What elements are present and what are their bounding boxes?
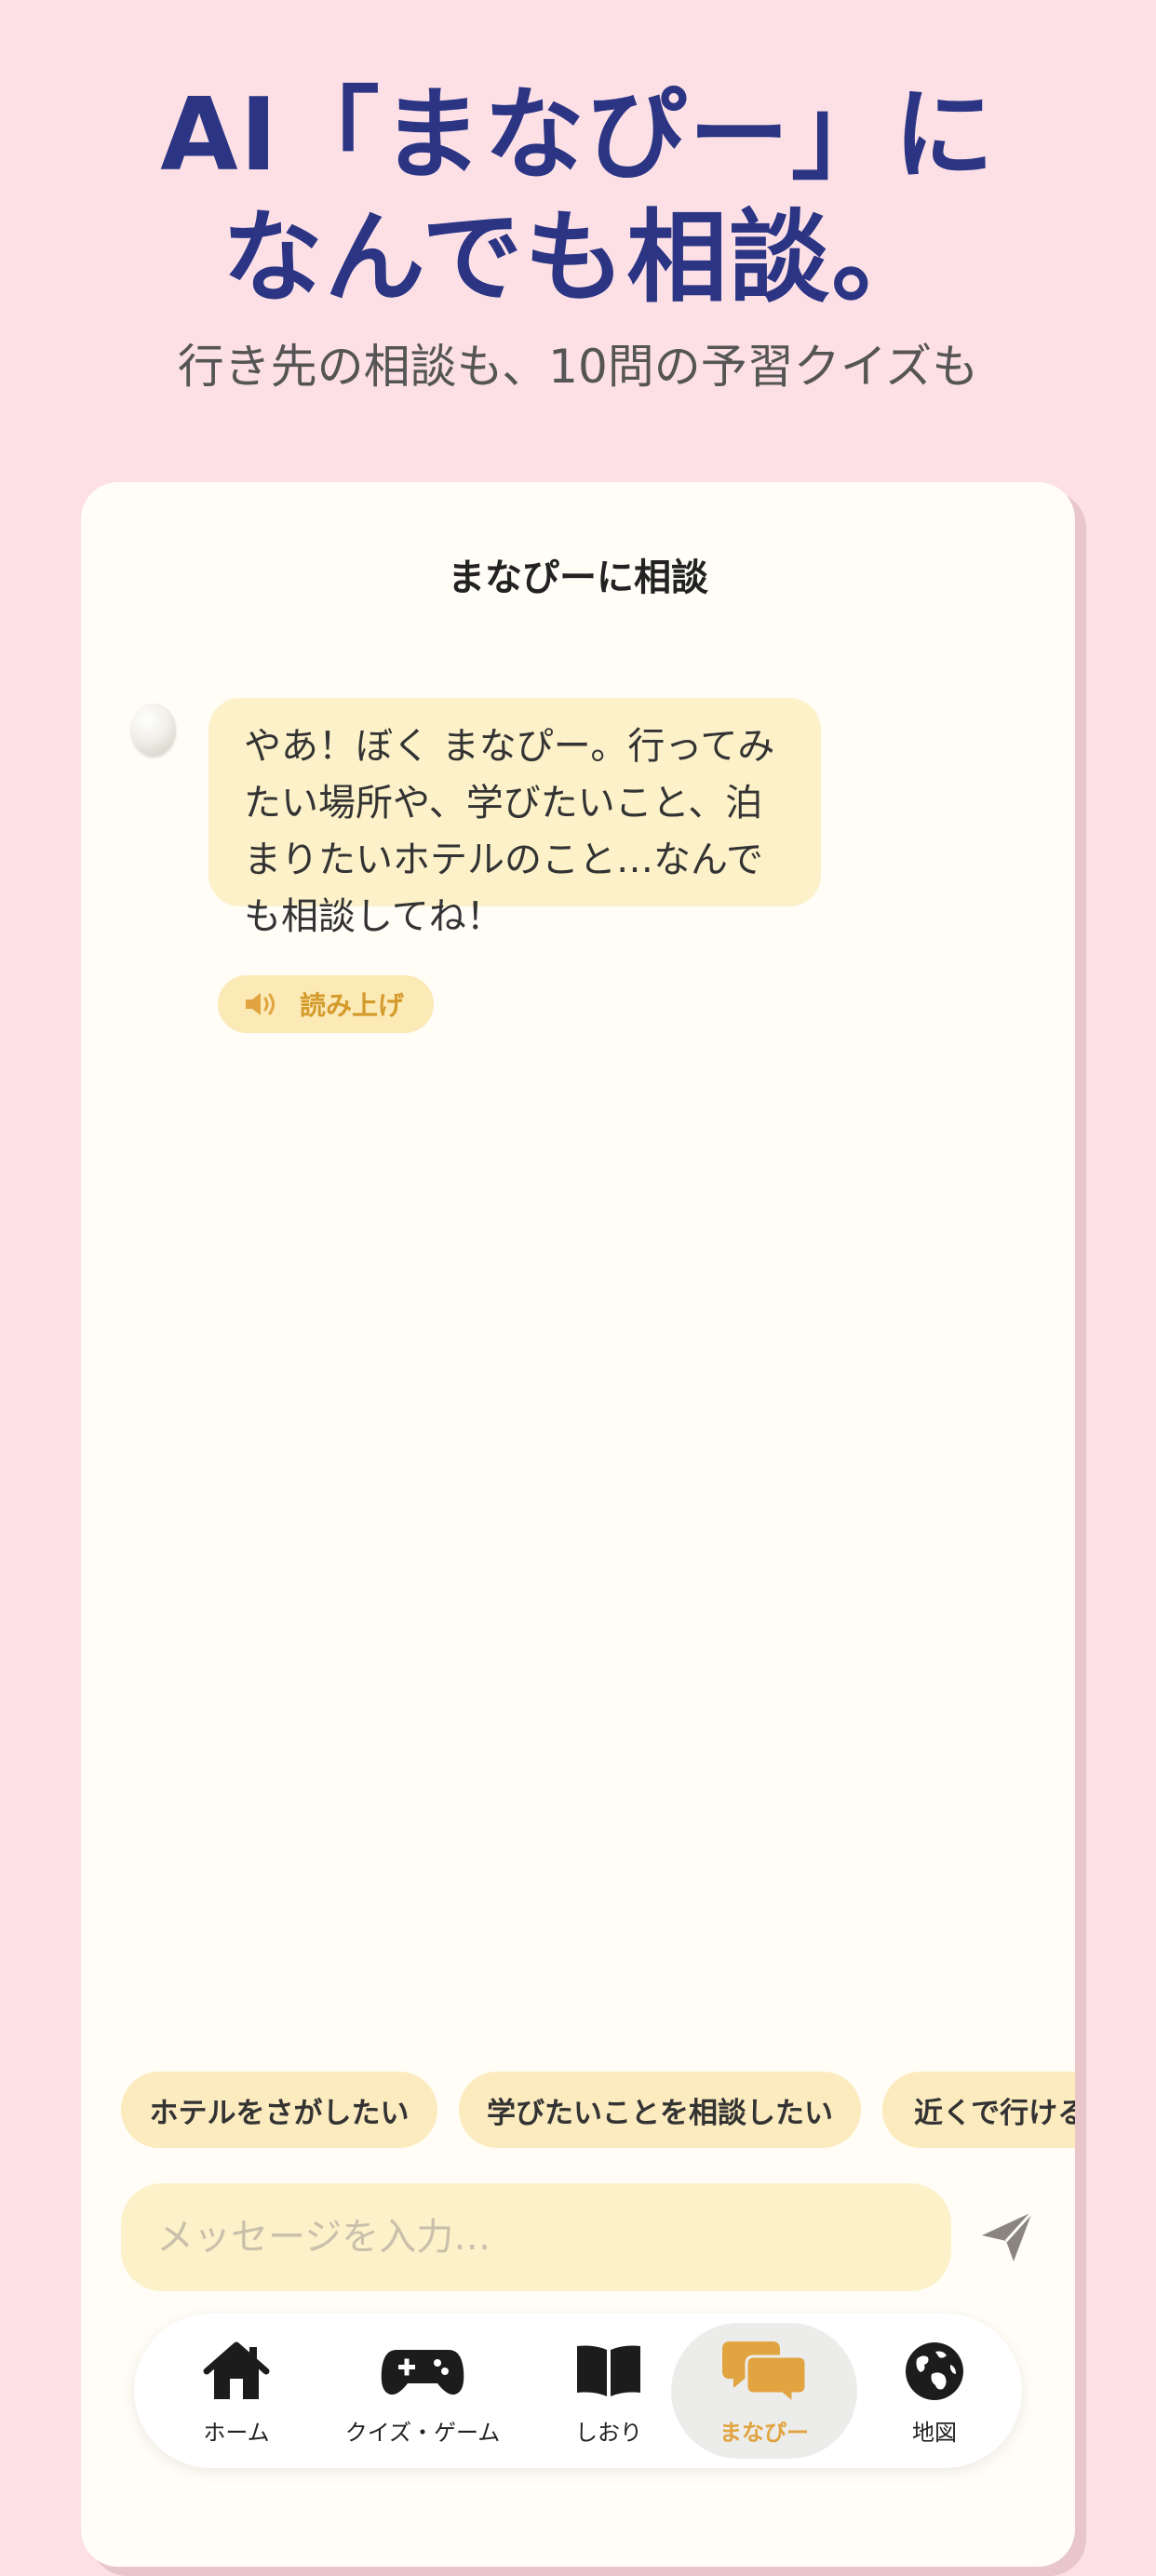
suggestion-chips: ホテルをさがしたい 学びたいことを相談したい 近くで行ける [121, 2072, 1075, 2148]
tab-manapi[interactable]: まなぴー [671, 2323, 857, 2459]
screen-title: まなぴーに相談 [448, 557, 708, 599]
assistant-message-bubble: やあ！ぼく まなぴー。行ってみたい場所や、学びたいこと、泊まりたいホテルのこと…… [208, 698, 821, 938]
home-icon [203, 2341, 270, 2399]
hero-title-line1: AI「まなぴー」に [160, 77, 996, 194]
speaker-icon [246, 993, 275, 1015]
hero-subtitle: 行き先の相談も、10問の予習クイズも [177, 340, 979, 394]
app-screen: まなぴーに相談 やあ！ぼく まなぴー。行ってみたい場所や、学びたいこと、泊まりた… [81, 482, 1075, 2567]
hero-title-line2: なんでも相談。 [222, 200, 934, 316]
send-button[interactable] [975, 2204, 1040, 2269]
manapi-avatar-egg-icon [131, 704, 176, 756]
globe-icon [906, 2342, 963, 2400]
read-aloud-button[interactable]: 読み上げ [218, 975, 434, 1033]
chat-bubbles-icon [722, 2341, 806, 2405]
suggestion-chip-nearby[interactable]: 近くで行ける [882, 2072, 1075, 2148]
bottom-tab-bar: ホーム クイズ・ゲーム しおり まなぴー 地図 [134, 2314, 1022, 2468]
tab-manapi-label: まなぴー [719, 2420, 809, 2446]
tab-home-label: ホーム [203, 2420, 270, 2446]
send-icon [982, 2210, 1034, 2261]
tab-shiori-label: しおり [575, 2420, 642, 2446]
suggestion-chip-hotel[interactable]: ホテルをさがしたい [121, 2072, 437, 2148]
tab-home[interactable]: ホーム [171, 2323, 302, 2459]
tab-shiori[interactable]: しおり [544, 2323, 674, 2459]
book-icon [577, 2345, 640, 2396]
tab-quiz-game-label: クイズ・ゲーム [344, 2420, 501, 2446]
tab-map-label: 地図 [912, 2420, 957, 2446]
gamepad-icon [381, 2350, 464, 2395]
read-aloud-label: 読み上げ [300, 990, 405, 1021]
tab-map[interactable]: 地図 [879, 2323, 990, 2459]
tab-quiz-game[interactable]: クイズ・ゲーム [320, 2323, 525, 2459]
hero-title: AI「まなぴー」に なんでも相談。 [0, 74, 1156, 320]
suggestion-chip-learning[interactable]: 学びたいことを相談したい [459, 2072, 861, 2148]
message-input[interactable] [121, 2183, 951, 2291]
